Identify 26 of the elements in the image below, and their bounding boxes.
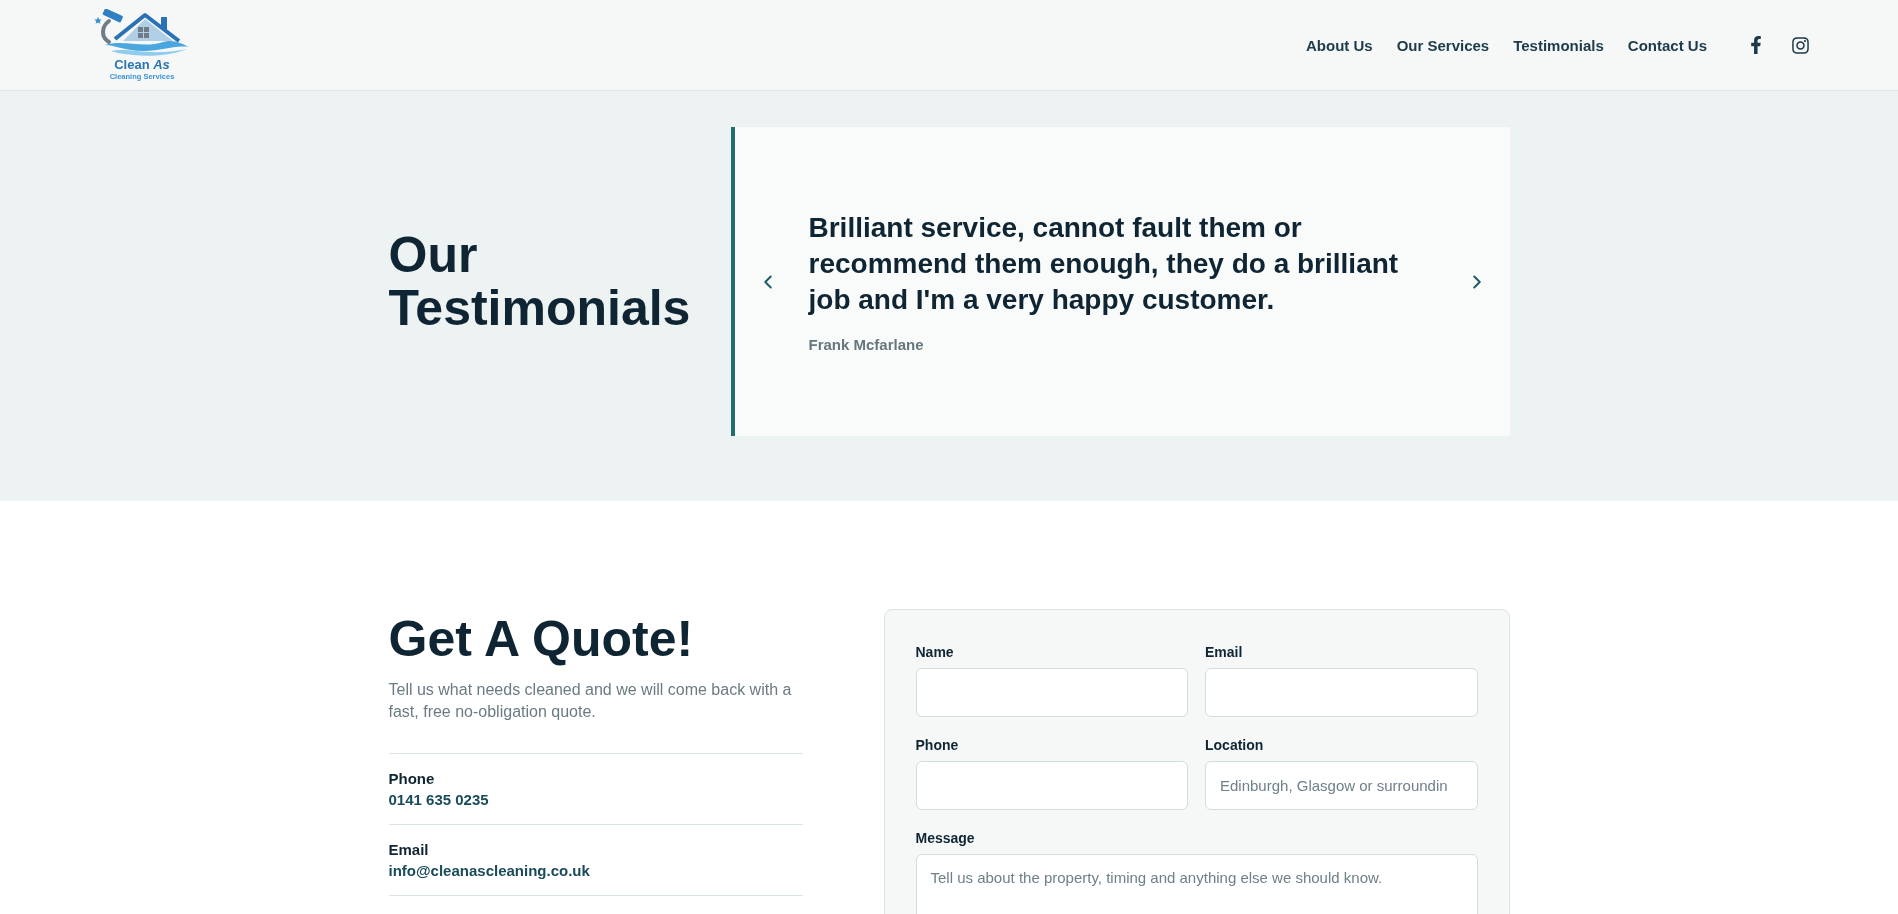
contact-link[interactable]: 0141 635 0235 [388,789,489,810]
instagram-icon[interactable] [1791,35,1810,55]
nav-link[interactable]: Contact Us [1627,36,1707,54]
contact-label: Phone [388,769,435,789]
nav-link[interactable]: About Us [1306,36,1373,54]
field-label: Message [915,829,975,847]
testimonial-author: Frank Mcfarlane [808,335,924,354]
field-label: Email [1205,643,1243,661]
contact-label: Email [388,840,429,860]
field-label: Phone [915,736,959,754]
section-title: Get A Quote! [388,610,694,669]
house-logo-icon [93,8,191,57]
message-field[interactable]: Tell us about the property, timing and anything else we should know. [915,854,1478,914]
field-label: Location [1205,736,1264,754]
nav-link[interactable]: Testimonials [1513,36,1604,54]
field-label: Name [915,643,954,661]
input-field[interactable] [915,668,1188,717]
input-field[interactable] [915,761,1188,810]
testimonial-quote: Brilliant service, cannot fault them or recommend them enough, they do a brilliant job and I'm a very happy customer. [808,210,1400,317]
logo-name: Clean As [114,57,170,72]
contact-link[interactable]: info@cleanascleaning.co.uk [388,860,590,881]
section-title: Our Testimonials [388,228,692,335]
intro-text: Tell us what needs cleaned and we will come back with a fast, free no-obligation quote. [388,680,793,722]
input-field[interactable]: Edinburgh, Glasgow or surroundin [1205,761,1478,810]
nav-link[interactable]: Our Services [1396,36,1490,54]
input-field[interactable] [1205,668,1478,717]
